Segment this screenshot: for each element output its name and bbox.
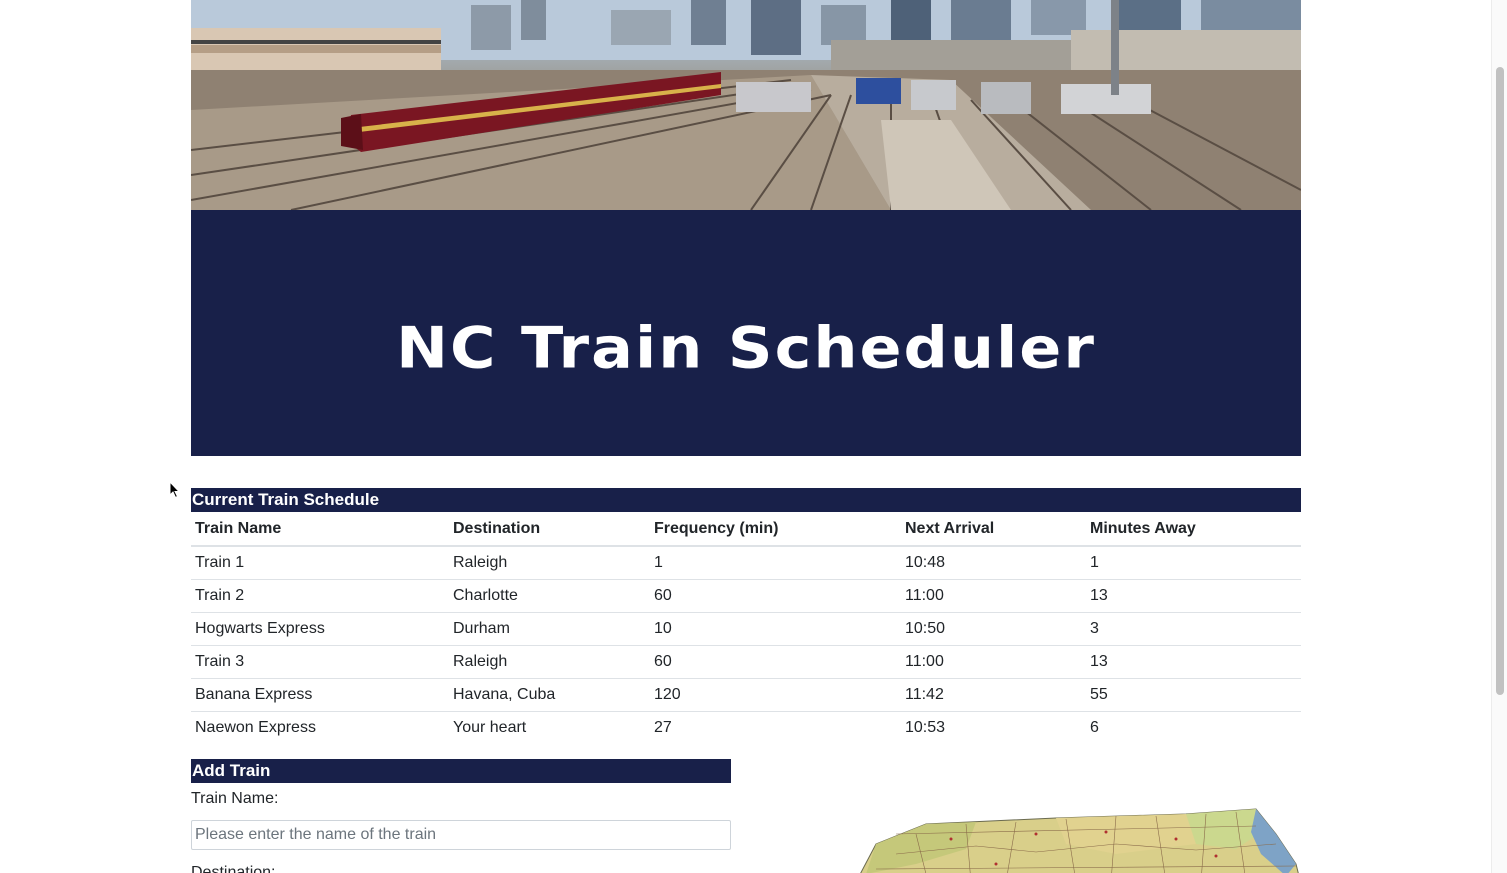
next-arrival-cell: 11:00 [901,645,1086,679]
north-carolina-map [856,804,1301,873]
train-name-cell: Naewon Express [195,719,316,736]
add-train-header: Add Train [191,759,731,783]
schedule-panel: Current Train Schedule Train Name Destin… [191,488,1301,744]
destination-label: Destination: [191,864,276,873]
frequency-cell: 60 [650,645,901,679]
mouse-cursor-icon [169,481,181,499]
schedule-table: Train Name Destination Frequency (min) N… [191,512,1301,744]
train-name-cell: Train 1 [191,546,449,580]
train-name-label: Train Name: [191,790,279,807]
next-arrival-cell: 10:48 [901,546,1086,580]
table-row: Naewon Express Your heart 27 10:53 6 [191,712,1301,745]
table-row: Train 2 Charlotte 60 11:00 13 [191,579,1301,613]
column-header-frequency: Frequency (min) [650,512,901,547]
destination-cell: Raleigh [449,546,650,580]
train-name-input[interactable] [191,820,731,850]
add-train-form: Add Train Train Name: Destination: [191,759,731,873]
destination-cell: Your heart [453,719,527,736]
column-header-minutes-away: Minutes Away [1086,512,1301,547]
column-header-destination: Destination [449,512,650,547]
table-row: Train 1 Raleigh 1 10:48 1 [191,546,1301,580]
frequency-cell: 27 [654,719,672,736]
nc-map-illustration [860,808,1299,873]
table-header-row: Train Name Destination Frequency (min) N… [191,512,1301,547]
main-container: NC Train Scheduler Current Train Schedul… [191,0,1301,873]
table-row: Hogwarts Express Durham 10 10:50 3 [191,612,1301,646]
next-arrival-cell: 11:42 [901,678,1086,712]
next-arrival-cell: 10:50 [901,612,1086,646]
page-scrollbar[interactable] [1491,0,1507,873]
minutes-away-cell: 6 [1090,719,1099,736]
add-train-section: Add Train Train Name: Destination: [191,759,1301,873]
train-yard-illustration [191,0,1301,210]
minutes-away-cell: 13 [1086,579,1301,613]
title-banner: NC Train Scheduler [191,210,1301,456]
frequency-cell: 60 [650,579,901,613]
minutes-away-cell: 55 [1086,678,1301,712]
next-arrival-cell: 11:00 [901,579,1086,613]
frequency-cell: 1 [650,546,901,580]
table-row: Banana Express Havana, Cuba 120 11:42 55 [191,678,1301,712]
train-name-cell: Hogwarts Express [191,612,449,646]
next-arrival-cell: 10:53 [905,719,946,736]
destination-cell: Durham [449,612,650,646]
train-name-cell: Train 2 [191,579,449,613]
destination-cell: Raleigh [449,645,650,679]
train-name-cell: Train 3 [191,645,449,679]
page-title: NC Train Scheduler [396,313,1096,381]
page: NC Train Scheduler Current Train Schedul… [0,0,1507,873]
destination-cell: Havana, Cuba [449,678,650,712]
train-name-cell: Banana Express [191,678,449,712]
column-header-next-arrival: Next Arrival [901,512,1086,547]
train-yard-photo [191,0,1301,210]
minutes-away-cell: 13 [1086,645,1301,679]
scrollbar-thumb[interactable] [1496,67,1504,695]
frequency-cell: 120 [650,678,901,712]
minutes-away-cell: 3 [1086,612,1301,646]
minutes-away-cell: 1 [1086,546,1301,580]
column-header-train-name: Train Name [191,512,449,547]
frequency-cell: 10 [650,612,901,646]
destination-cell: Charlotte [449,579,650,613]
schedule-header: Current Train Schedule [191,488,1301,512]
table-row: Train 3 Raleigh 60 11:00 13 [191,645,1301,679]
